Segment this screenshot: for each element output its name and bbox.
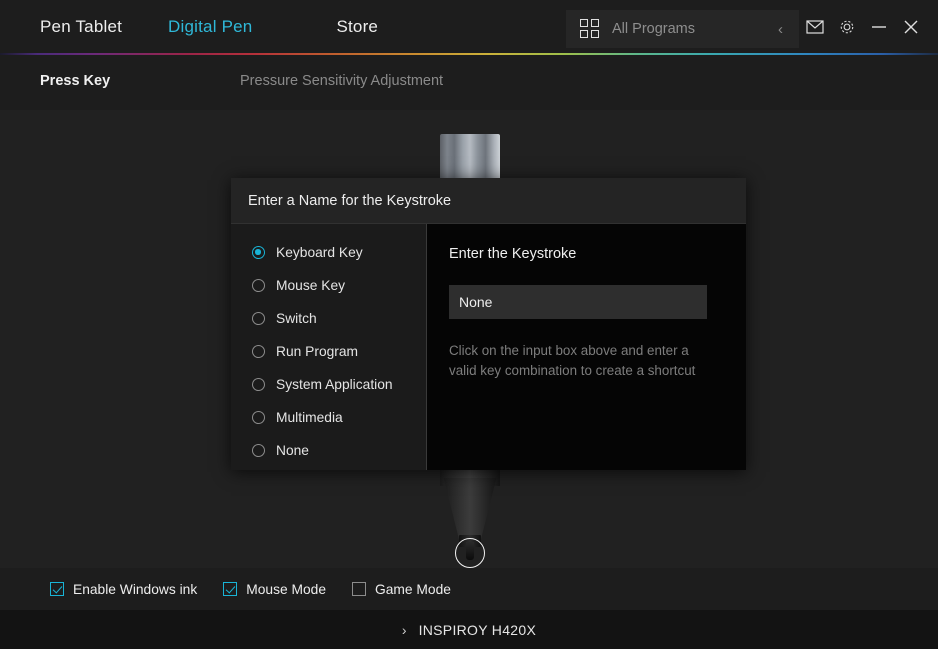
radio-mouse-key[interactable] [252,279,265,292]
checkbox-label: Game Mode [375,582,451,597]
gear-icon[interactable] [832,12,862,42]
radio-system-application[interactable] [252,378,265,391]
nav-tab-pen-tablet[interactable]: Pen Tablet [40,17,122,37]
device-name: INSPIROY H420X [419,622,537,638]
keystroke-input[interactable]: None [449,285,707,319]
minimize-icon[interactable] [864,12,894,42]
option-label: Run Program [276,344,358,359]
keystroke-entry-panel: Enter the Keystroke None Click on the in… [427,224,746,470]
dialog-title-text: Enter a Name for the Keystroke [248,193,451,209]
subnav-item-pressure-sensitivity[interactable]: Pressure Sensitivity Adjustment [240,73,443,89]
sub-navigation: Press Key Pressure Sensitivity Adjustmen… [0,55,938,110]
option-switch[interactable]: Switch [231,302,426,335]
option-label: System Application [276,377,393,392]
checkbox-label: Mouse Mode [246,582,326,597]
option-label: Multimedia [276,410,343,425]
all-programs-label: All Programs [612,21,778,37]
chevron-right-icon[interactable]: › [402,623,407,637]
option-run-program[interactable]: Run Program [231,335,426,368]
checkbox-mouse-mode[interactable]: Mouse Mode [223,582,326,597]
options-row: Enable Windows ink Mouse Mode Game Mode [0,568,938,610]
subnav-item-press-key[interactable]: Press Key [40,73,110,89]
checkbox-box[interactable] [50,582,64,596]
pen-metal-cap [440,134,500,181]
title-bar: Pen Tablet Digital Pen Store All Program… [0,0,938,53]
checkbox-game-mode[interactable]: Game Mode [352,582,451,597]
window-controls [800,0,938,53]
radio-multimedia[interactable] [252,411,265,424]
option-label: Keyboard Key [276,245,363,260]
checkbox-enable-windows-ink[interactable]: Enable Windows ink [50,582,197,597]
dialog-title-bar: Enter a Name for the Keystroke [231,178,746,224]
option-label: Switch [276,311,317,326]
device-footer[interactable]: › INSPIROY H420X [0,610,938,649]
keystroke-heading: Enter the Keystroke [449,246,746,262]
option-multimedia[interactable]: Multimedia [231,401,426,434]
option-system-application[interactable]: System Application [231,368,426,401]
option-label: None [276,443,309,458]
keystroke-type-options: Keyboard Key Mouse Key Switch Run Progra… [231,224,427,470]
pen-tip-ring [455,538,485,568]
radio-switch[interactable] [252,312,265,325]
checkbox-box[interactable] [352,582,366,596]
keystroke-hint-text: Click on the input box above and enter a… [449,341,699,381]
main-navigation: Pen Tablet Digital Pen Store [40,0,378,53]
mail-icon[interactable] [800,12,830,42]
option-label: Mouse Key [276,278,345,293]
application-window: Pen Tablet Digital Pen Store All Program… [0,0,938,649]
radio-run-program[interactable] [252,345,265,358]
option-keyboard-key[interactable]: Keyboard Key [231,236,426,269]
grid-icon [580,19,600,39]
option-mouse-key[interactable]: Mouse Key [231,269,426,302]
nav-tab-digital-pen[interactable]: Digital Pen [168,17,252,37]
option-none[interactable]: None [231,434,426,467]
checkbox-box[interactable] [223,582,237,596]
keystroke-dialog: Enter a Name for the Keystroke Keyboard … [231,178,746,470]
radio-keyboard-key[interactable] [252,246,265,259]
nav-tab-store[interactable]: Store [336,17,378,37]
chevron-left-icon[interactable]: ‹ [778,22,783,37]
radio-none[interactable] [252,444,265,457]
dialog-body: Keyboard Key Mouse Key Switch Run Progra… [231,224,746,470]
checkbox-label: Enable Windows ink [73,582,197,597]
close-icon[interactable] [896,12,926,42]
pen-taper [440,478,500,540]
all-programs-selector[interactable]: All Programs ‹ [566,10,799,48]
